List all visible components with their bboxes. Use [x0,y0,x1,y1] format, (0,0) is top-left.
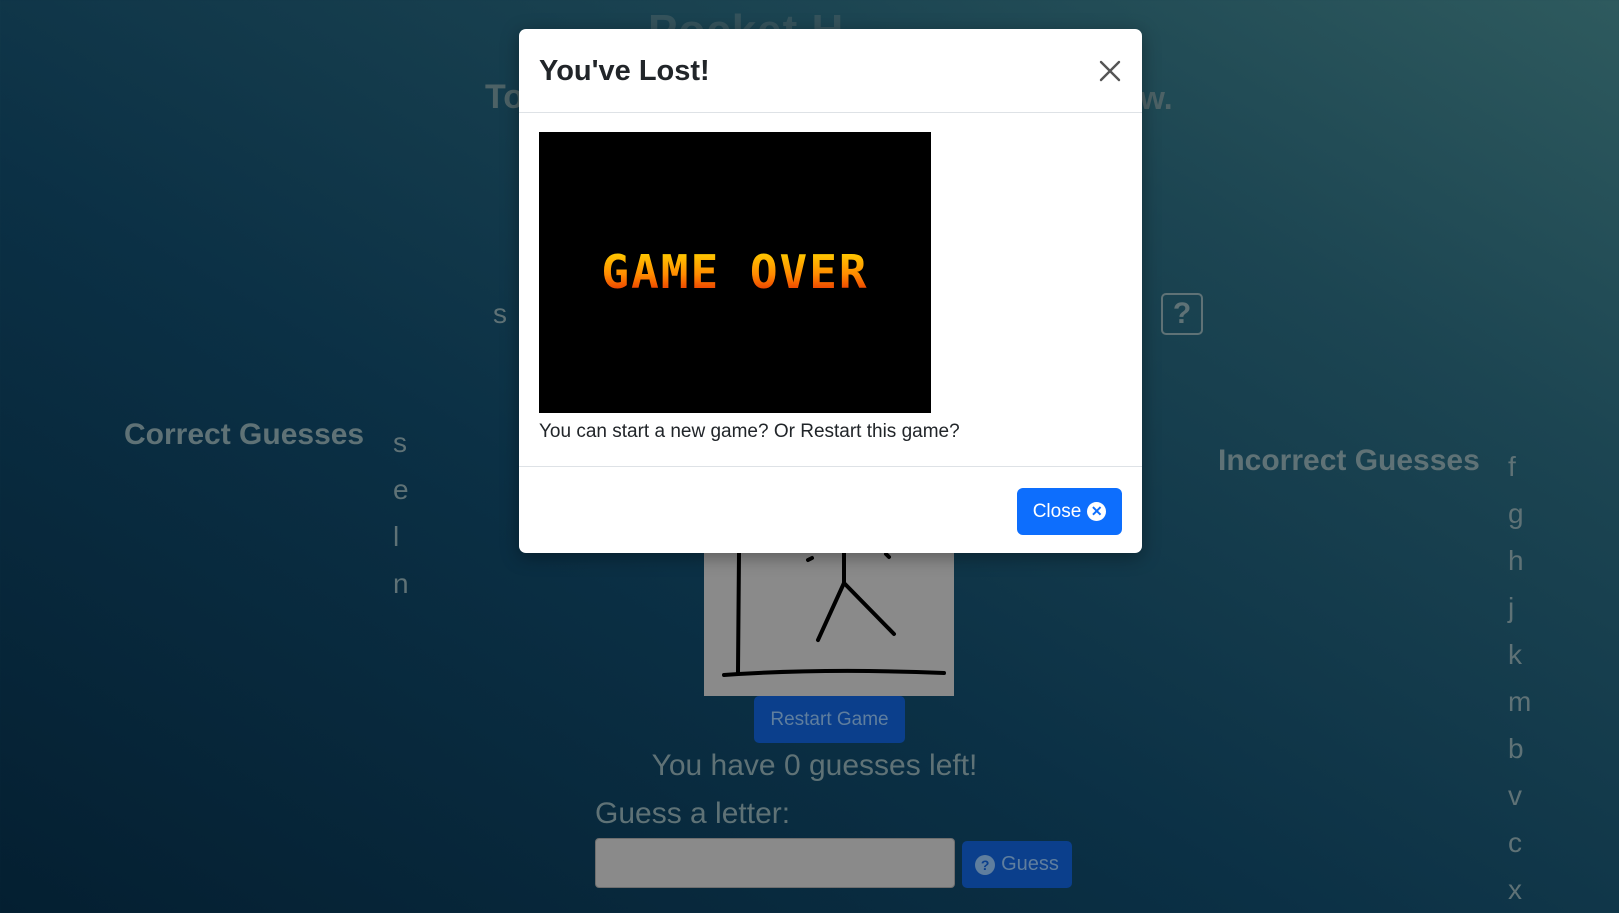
guess-button[interactable]: ? Guess [962,841,1072,888]
game-over-graphic: GAME OVER [601,245,868,299]
incorrect-guess-item: k [1508,639,1522,670]
correct-guess-item: n [393,568,409,599]
correct-guess-item: e [393,474,409,505]
modal-message: You can start a new game? Or Restart thi… [539,421,960,442]
incorrect-guesses-list: f g h j k m b v c x [1508,448,1531,913]
figure-left-leg [816,581,846,642]
gallows-base [722,668,946,677]
modal-title: You've Lost! [539,55,710,87]
incorrect-guess-item: x [1508,874,1522,905]
correct-guess-item: s [393,427,407,458]
lost-modal: You've Lost! GAME OVER You can start a n… [519,29,1142,553]
help-icon[interactable]: ? [1161,293,1203,335]
x-circle-icon: ✕ [1087,502,1107,521]
word-letter: s [493,298,507,329]
guess-button-label: Guess [1001,853,1059,875]
hangman-drawing [704,552,954,696]
incorrect-guess-item: f [1508,451,1516,482]
correct-guess-item: l [393,521,400,552]
incorrect-guess-item: g [1508,498,1524,529]
correct-guesses-heading: Correct Guesses [124,418,365,451]
guess-letter-input[interactable] [595,838,955,888]
restart-game-button[interactable]: Restart Game [754,696,905,743]
subtitle-right-fragment: w. [1140,80,1173,116]
guesses-left-text: You have 0 guesses left! [651,749,978,782]
close-button-label: Close [1032,500,1082,522]
figure-right-arm [884,552,891,559]
incorrect-guess-item: h [1508,545,1524,576]
correct-guesses-list: s e l n [393,424,409,612]
hangman-figure [722,552,946,677]
incorrect-guess-item: c [1508,827,1522,858]
close-button[interactable]: Close ✕ [1017,488,1122,535]
modal-header: You've Lost! [519,29,1142,113]
guess-letter-label: Guess a letter: [595,797,791,830]
close-icon[interactable] [1096,57,1124,85]
modal-body: GAME OVER You can start a new game? Or R… [519,113,1142,467]
figure-right-leg [842,581,896,636]
game-over-text: GAME OVER [601,245,868,299]
incorrect-guess-item: v [1508,780,1522,811]
gallows-post [736,552,741,674]
incorrect-guess-item: m [1508,686,1532,717]
figure-left-arm [806,556,814,562]
incorrect-guesses-heading: Incorrect Guesses [1218,444,1480,477]
game-over-image: GAME OVER [539,132,931,413]
question-circle-icon: ? [975,854,996,875]
incorrect-guess-item: j [1508,592,1515,623]
modal-footer: Close ✕ [519,467,1142,553]
